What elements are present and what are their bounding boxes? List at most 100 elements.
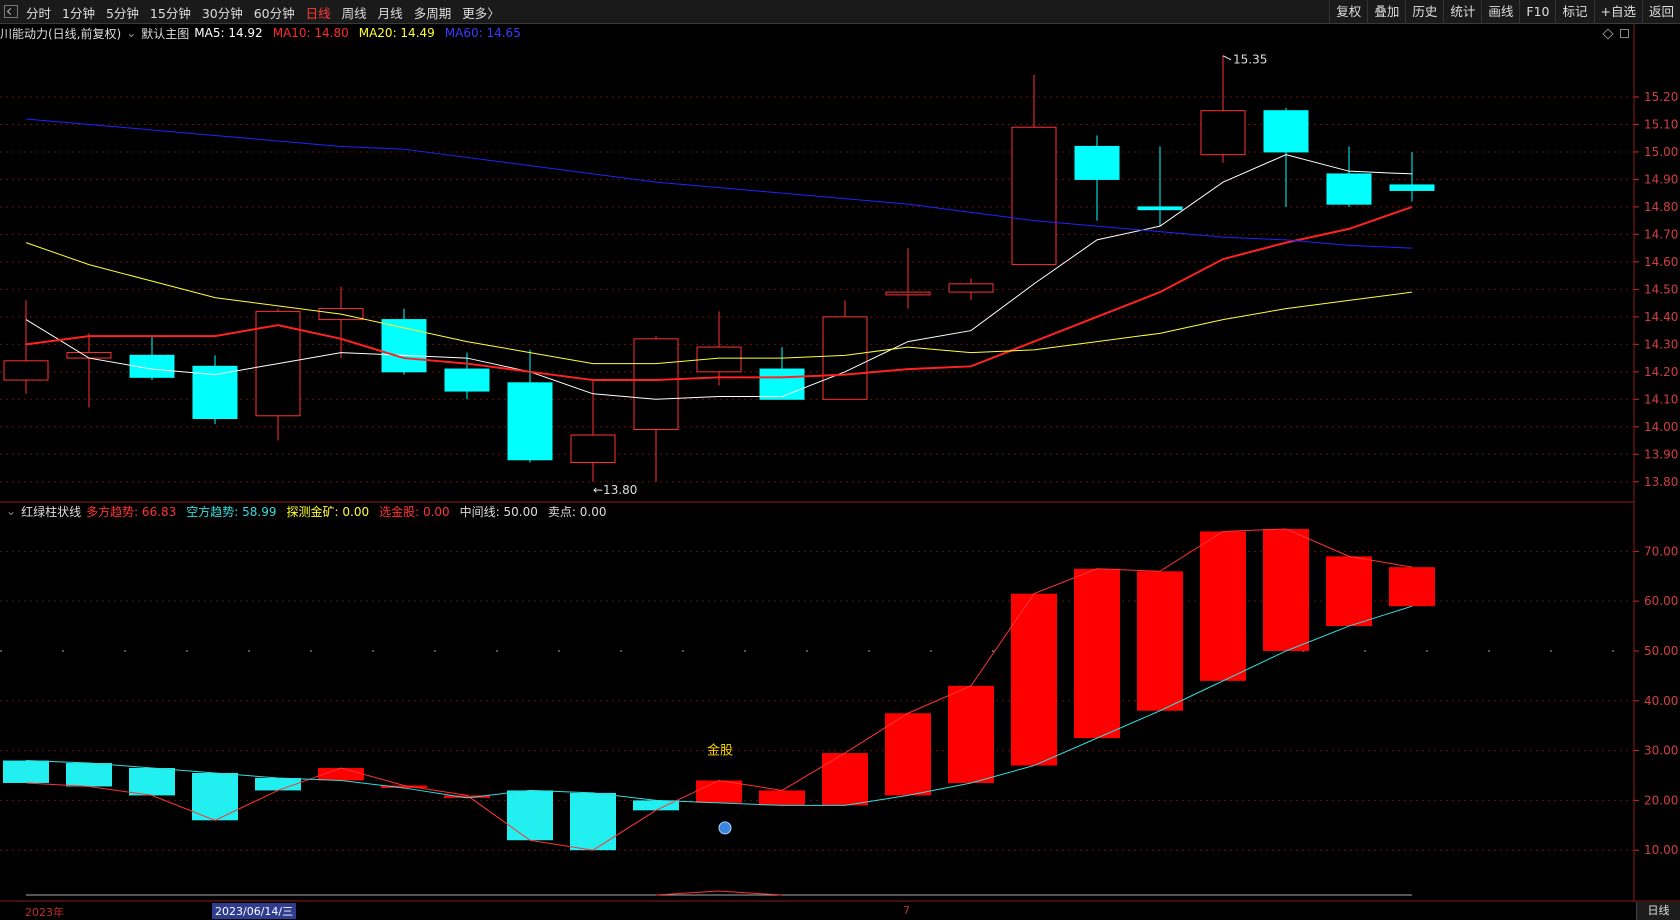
price-tick-label: 13.90 bbox=[1644, 447, 1678, 461]
chevron-down-icon[interactable]: ⌄ bbox=[126, 26, 136, 40]
period-tab-9[interactable]: 多周期 bbox=[414, 3, 452, 22]
back-icon[interactable] bbox=[4, 5, 18, 18]
candle-body bbox=[1137, 206, 1183, 211]
candle-body bbox=[1263, 110, 1309, 153]
candle-body bbox=[1200, 110, 1246, 156]
candle-body bbox=[1011, 126, 1057, 266]
indicator-bar bbox=[633, 800, 679, 811]
stock-title[interactable]: 川能动力(日线,前复权) bbox=[0, 25, 121, 42]
toolbar-button-6[interactable]: 标记 bbox=[1555, 0, 1593, 24]
indicator-bar bbox=[885, 713, 931, 796]
price-tick-label: 14.80 bbox=[1644, 200, 1678, 214]
toolbar-button-5[interactable]: F10 bbox=[1519, 0, 1555, 24]
candle-body bbox=[1389, 184, 1435, 191]
indicator-bar bbox=[3, 760, 49, 783]
toolbar-button-3[interactable]: 统计 bbox=[1443, 0, 1481, 24]
indicator-bar bbox=[1137, 571, 1183, 711]
price-tick-label: 14.40 bbox=[1644, 310, 1678, 324]
price-tick-label: 14.50 bbox=[1644, 282, 1678, 296]
indicator-bar bbox=[696, 780, 742, 803]
toolbar-button-4[interactable]: 画线 bbox=[1481, 0, 1519, 24]
toolbar-button-2[interactable]: 历史 bbox=[1405, 0, 1443, 24]
window-icon[interactable] bbox=[1620, 29, 1629, 38]
indicator-bar bbox=[1263, 528, 1309, 651]
period-tab-2[interactable]: 5分钟 bbox=[106, 3, 139, 22]
toolbar-button-8[interactable]: 返回 bbox=[1641, 0, 1680, 24]
indicator-tick-label: 10.00 bbox=[1644, 843, 1678, 857]
indicator-tick-label: 50.00 bbox=[1644, 644, 1678, 658]
indicator-bar bbox=[129, 768, 175, 796]
cursor-date-label: 2023/06/14/三 bbox=[212, 903, 297, 919]
price-tick-label: 14.10 bbox=[1644, 392, 1678, 406]
ma-legend-item-0: MA5: 14.92 bbox=[194, 26, 263, 40]
chart-template-label[interactable]: 默认主图 bbox=[141, 25, 189, 42]
ma-legend-item-1: MA10: 14.80 bbox=[272, 26, 349, 40]
price-tick-label: 14.70 bbox=[1644, 227, 1678, 241]
candle-body bbox=[633, 338, 679, 431]
low-price-label: ←13.80 bbox=[593, 483, 637, 497]
period-indicator[interactable]: 日线 bbox=[1636, 902, 1680, 920]
indicator-tick-label: 70.00 bbox=[1644, 544, 1678, 558]
indicator-bar bbox=[66, 763, 112, 787]
candle-body bbox=[759, 368, 805, 400]
period-tab-3[interactable]: 15分钟 bbox=[150, 3, 191, 22]
period-tab-5[interactable]: 60分钟 bbox=[254, 3, 295, 22]
gold-stock-label: 金股 bbox=[707, 742, 733, 758]
indicator-legend-item-0: 多方趋势: 66.83 bbox=[86, 504, 177, 519]
indicator-bar bbox=[1074, 568, 1120, 739]
indicator-legend-item-3: 选金股: 0.00 bbox=[379, 504, 450, 519]
high-price-label: 15.35 bbox=[1233, 53, 1267, 67]
chevron-down-icon[interactable]: ⌄ bbox=[6, 504, 16, 518]
candle-body bbox=[1326, 173, 1372, 205]
period-tab-6[interactable]: 日线 bbox=[306, 3, 331, 22]
period-tab-10[interactable]: 更多〉 bbox=[462, 3, 500, 22]
period-tab-7[interactable]: 周线 bbox=[342, 3, 367, 22]
price-tick-label: 14.60 bbox=[1644, 255, 1678, 269]
indicator-bar bbox=[1011, 593, 1057, 766]
indicator-tick-label: 40.00 bbox=[1644, 694, 1678, 708]
indicator-legend-item-1: 空方趋势: 58.99 bbox=[186, 504, 277, 519]
price-tick-label: 14.00 bbox=[1644, 420, 1678, 434]
price-tick-label: 14.20 bbox=[1644, 365, 1678, 379]
period-tabs: 分时 1分钟 5分钟 15分钟 30分钟 60分钟 日线 周线 月线 多周期 更多〉 bbox=[26, 0, 511, 24]
indicator-tick-label: 60.00 bbox=[1644, 594, 1678, 608]
main-chart-legend: 川能动力(日线,前复权) ⌄ 默认主图 MA5: 14.92 MA10: 14.8… bbox=[0, 24, 531, 42]
indicator-legend: ⌄ 红绿柱状线 多方趋势: 66.83 空方趋势: 58.99 探测金矿: 0.00… bbox=[0, 502, 616, 520]
period-toolbar: 分时 1分钟 5分钟 15分钟 30分钟 60分钟 日线 周线 月线 多周期 更多〉 复权 叠加 历史统… bbox=[0, 0, 1680, 24]
candle-body bbox=[66, 352, 112, 359]
chart-canvas[interactable]: 15.20 15.10 15.00 14.90 14.80 14.70 14.60 14.50… bbox=[0, 0, 1680, 920]
period-tab-8[interactable]: 月线 bbox=[378, 3, 403, 22]
indicator-values: 多方趋势: 66.83 空方趋势: 58.99 探测金矿: 0.00 选金股: 0.0… bbox=[86, 503, 616, 520]
indicator-bar bbox=[507, 790, 553, 841]
toolbar-button-1[interactable]: 叠加 bbox=[1367, 0, 1405, 24]
ma-legend-item-2: MA20: 14.49 bbox=[358, 26, 435, 40]
candle-body bbox=[948, 283, 994, 293]
ma-values: MA5: 14.92 MA10: 14.80 MA20: 14.49 MA60: 14… bbox=[194, 26, 531, 40]
indicator-bar bbox=[1200, 531, 1246, 681]
toolbar-button-7[interactable]: +自选 bbox=[1593, 0, 1642, 24]
candle-body bbox=[507, 382, 553, 461]
period-tab-1[interactable]: 1分钟 bbox=[62, 3, 95, 22]
indicator-bar bbox=[759, 790, 805, 806]
indicator-title[interactable]: 红绿柱状线 bbox=[21, 503, 81, 520]
candle-body bbox=[1074, 145, 1120, 180]
indicator-bar bbox=[570, 792, 616, 851]
price-tick-label: 14.30 bbox=[1644, 337, 1678, 351]
gold-stock-marker-icon bbox=[718, 821, 732, 835]
price-tick-label: 15.20 bbox=[1644, 90, 1678, 104]
indicator-bar bbox=[1389, 567, 1435, 607]
price-tick-label: 13.80 bbox=[1644, 475, 1678, 489]
date-axis: 2023年 2023/06/14/三 7 日线 bbox=[0, 902, 1680, 920]
indicator-bar bbox=[822, 753, 868, 806]
candle-body bbox=[3, 360, 49, 381]
period-tab-4[interactable]: 30分钟 bbox=[202, 3, 243, 22]
candle-body bbox=[885, 291, 931, 296]
detect-gold-line bbox=[655, 890, 783, 896]
toolbar-button-0[interactable]: 复权 bbox=[1329, 0, 1367, 24]
date-year-label: 2023年 bbox=[25, 906, 64, 919]
ma-legend-item-3: MA60: 14.65 bbox=[444, 26, 521, 40]
indicator-tick-label: 30.00 bbox=[1644, 744, 1678, 758]
period-tab-0[interactable]: 分时 bbox=[26, 3, 51, 22]
candle-body bbox=[444, 368, 490, 392]
indicator-legend-item-4: 中间线: 50.00 bbox=[459, 504, 538, 519]
